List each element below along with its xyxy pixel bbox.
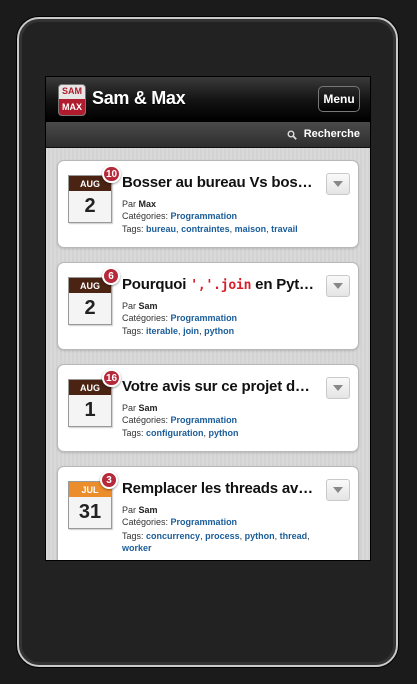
tag-link[interactable]: bureau [146,224,176,234]
site-title[interactable]: Sam & Max [92,88,186,109]
search-link[interactable]: Recherche [304,128,360,140]
tag-link[interactable]: thread [280,531,308,541]
author-name[interactable]: Max [139,199,157,209]
top-bar: SAM MAX Sam & Max Menu [46,77,370,122]
post-title[interactable]: Remplacer les threads avec l… [122,480,318,497]
comment-count-badge[interactable]: 10 [102,165,122,183]
post-day: 31 [78,501,102,523]
post-options-dropdown[interactable] [326,479,350,501]
comment-count-badge[interactable]: 6 [102,267,120,285]
app-screen: SAM MAX Sam & Max Menu Recherche AUG 2 1… [45,76,371,561]
author-name[interactable]: Sam [139,301,158,311]
tag-link[interactable]: python [245,531,275,541]
tag-link[interactable]: python [204,326,234,336]
chevron-down-icon [333,181,343,187]
post-tags: Tags: bureau, contraintes, maison, trava… [122,224,298,234]
post-card[interactable]: AUG 1 16 Votre avis sur ce projet de lib… [57,364,359,452]
comment-count-badge[interactable]: 3 [100,471,118,489]
post-title[interactable]: Votre avis sur ce projet de lib … [122,378,318,395]
post-tags: Tags: concurrency, process, python, thre… [122,531,310,553]
post-card[interactable]: AUG 2 10 Bosser au bureau Vs bosser … Pa… [57,160,359,248]
post-author: Par Sam [122,505,158,515]
chevron-down-icon [333,487,343,493]
search-bar: Recherche [46,122,370,148]
tag-link[interactable]: configuration [146,428,204,438]
category-link[interactable]: Programmation [171,313,238,323]
post-day: 1 [84,399,96,421]
post-tags: Tags: configuration, python [122,428,239,438]
category-link[interactable]: Programmation [171,517,238,527]
post-card[interactable]: AUG 2 6 Pourquoi ','.join en Python ? Pa… [57,262,359,350]
post-title[interactable]: Pourquoi ','.join en Python ? [122,276,318,293]
logo-bottom-text: MAX [59,99,85,115]
post-card[interactable]: JUL 31 3 Remplacer les threads avec l… P… [57,466,359,560]
post-author: Par Sam [122,301,158,311]
post-categories: Catégories: Programmation [122,517,238,527]
post-list: AUG 2 10 Bosser au bureau Vs bosser … Pa… [46,148,370,560]
chevron-down-icon [333,283,343,289]
tag-link[interactable]: process [205,531,240,541]
tag-link[interactable]: maison [235,224,267,234]
category-link[interactable]: Programmation [171,211,238,221]
tag-link[interactable]: join [183,326,199,336]
comment-count-badge[interactable]: 16 [102,369,122,387]
code-snippet: ','.join [190,278,252,293]
post-date: AUG 1 [68,379,112,427]
post-date: AUG 2 [68,175,112,223]
post-day: 2 [84,297,96,319]
post-tags: Tags: iterable, join, python [122,326,235,336]
tag-link[interactable]: concurrency [146,531,200,541]
category-link[interactable]: Programmation [171,415,238,425]
post-author: Par Max [122,199,157,209]
tag-link[interactable]: iterable [146,326,178,336]
post-day: 2 [84,195,96,217]
tag-link[interactable]: travail [271,224,298,234]
post-author: Par Sam [122,403,158,413]
chevron-down-icon [333,385,343,391]
post-title[interactable]: Bosser au bureau Vs bosser … [122,174,318,191]
logo-top-text: SAM [59,85,85,99]
post-categories: Catégories: Programmation [122,313,238,323]
author-name[interactable]: Sam [139,505,158,515]
author-name[interactable]: Sam [139,403,158,413]
tag-link[interactable]: worker [122,543,152,553]
post-date: AUG 2 [68,277,112,325]
tag-link[interactable]: python [209,428,239,438]
post-options-dropdown[interactable] [326,377,350,399]
post-categories: Catégories: Programmation [122,211,238,221]
menu-button[interactable]: Menu [318,86,360,112]
search-icon[interactable] [287,130,297,140]
post-options-dropdown[interactable] [326,173,350,195]
post-options-dropdown[interactable] [326,275,350,297]
post-categories: Catégories: Programmation [122,415,238,425]
site-logo[interactable]: SAM MAX [58,84,86,116]
tag-link[interactable]: contraintes [181,224,230,234]
